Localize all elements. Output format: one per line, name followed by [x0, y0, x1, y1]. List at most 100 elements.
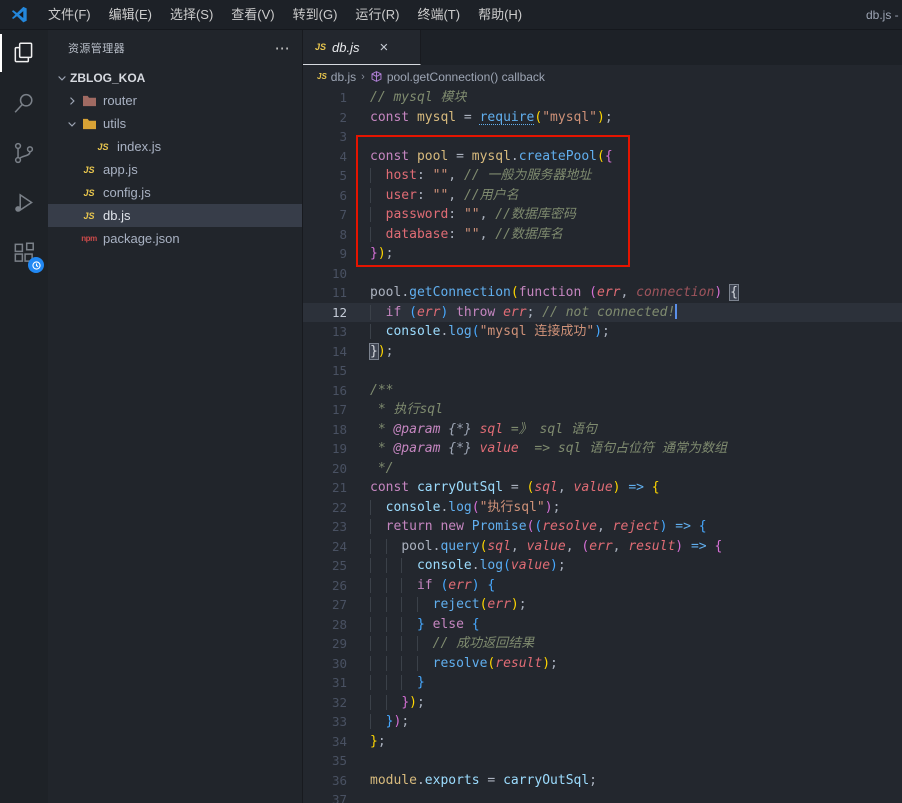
code-line[interactable]: 19 * @param {*} value => sql 语句占位符 通常为数组	[303, 439, 902, 459]
explorer-icon[interactable]	[0, 30, 48, 76]
menu-item[interactable]: 运行(R)	[346, 7, 408, 22]
window-title: db.js - z	[866, 0, 902, 30]
line-content: const pool = mysql.createPool({	[347, 147, 613, 167]
code-line[interactable]: 31 }	[303, 673, 902, 693]
line-content: }	[347, 673, 425, 693]
code-line[interactable]: 18 * @param {*} sql =》 sql 语句	[303, 420, 902, 440]
code-line[interactable]: 36module.exports = carryOutSql;	[303, 771, 902, 791]
line-content: // 成功返回结果	[347, 634, 534, 654]
code-line[interactable]: 28 } else {	[303, 615, 902, 635]
line-content: });	[347, 693, 425, 713]
line-number: 19	[303, 439, 347, 459]
menu-item[interactable]: 文件(F)	[39, 7, 100, 22]
code-line[interactable]: 33 });	[303, 712, 902, 732]
tree-item-label: index.js	[117, 139, 161, 154]
tab-close-icon[interactable]: ×	[379, 40, 388, 55]
explorer-more-actions-icon[interactable]: ⋯	[275, 39, 290, 57]
code-editor[interactable]: 1// mysql 模块2const mysql = require("mysq…	[303, 88, 902, 803]
line-number: 30	[303, 654, 347, 674]
run-debug-icon[interactable]	[0, 180, 48, 226]
breadcrumb-symbol[interactable]: pool.getConnection() callback	[387, 70, 545, 84]
code-line[interactable]: 30 resolve(result);	[303, 654, 902, 674]
code-line[interactable]: 15	[303, 361, 902, 381]
tree-item-label: app.js	[103, 162, 138, 177]
line-content: console.log("执行sql");	[347, 498, 560, 518]
menu-item[interactable]: 转到(G)	[284, 7, 347, 22]
code-line[interactable]: 5 host: "", // 一般为服务器地址	[303, 166, 902, 186]
code-line[interactable]: 17 * 执行sql	[303, 400, 902, 420]
tree-item-app-js[interactable]: JSapp.js	[48, 158, 302, 181]
code-line[interactable]: 2const mysql = require("mysql");	[303, 108, 902, 128]
breadcrumb-file[interactable]: db.js	[331, 70, 356, 84]
code-line[interactable]: 35	[303, 751, 902, 771]
menu-item[interactable]: 终端(T)	[408, 7, 469, 22]
line-content: });	[347, 244, 393, 264]
code-line[interactable]: 24 pool.query(sql, value, (err, result) …	[303, 537, 902, 557]
code-line[interactable]: 9});	[303, 244, 902, 264]
symbol-cube-icon	[370, 70, 383, 84]
search-icon[interactable]	[0, 80, 48, 126]
code-line[interactable]: 25 console.log(value);	[303, 556, 902, 576]
js-file-icon: JS	[94, 142, 112, 152]
line-content: });	[347, 342, 393, 362]
code-line[interactable]: 27 reject(err);	[303, 595, 902, 615]
code-line[interactable]: 14});	[303, 342, 902, 362]
source-control-icon[interactable]	[0, 130, 48, 176]
tree-item-db-js[interactable]: JSdb.js	[48, 204, 302, 227]
code-line[interactable]: 32 });	[303, 693, 902, 713]
extensions-update-badge	[28, 257, 44, 273]
code-line[interactable]: 21const carryOutSql = (sql, value) => {	[303, 478, 902, 498]
tree-item-package-json[interactable]: npmpackage.json	[48, 227, 302, 250]
line-content: // mysql 模块	[347, 88, 466, 108]
tree-item-utils[interactable]: utils	[48, 112, 302, 135]
line-number: 33	[303, 712, 347, 732]
line-number: 3	[303, 127, 347, 147]
menu-item[interactable]: 查看(V)	[222, 7, 283, 22]
line-content: pool.getConnection(function (err, connec…	[347, 283, 738, 303]
code-line[interactable]: 29 // 成功返回结果	[303, 634, 902, 654]
tree-item-label: package.json	[103, 231, 180, 246]
extensions-icon[interactable]	[0, 230, 48, 276]
tree-item-router[interactable]: router	[48, 89, 302, 112]
chevron-right-icon	[64, 93, 80, 109]
code-line[interactable]: 8 database: "", //数据库名	[303, 225, 902, 245]
tab-db-js[interactable]: JS db.js ×	[303, 30, 421, 65]
tree-item-config-js[interactable]: JSconfig.js	[48, 181, 302, 204]
code-line[interactable]: 11pool.getConnection(function (err, conn…	[303, 283, 902, 303]
tree-item-zblog-koa[interactable]: ZBLOG_KOA	[48, 66, 302, 89]
menu-item[interactable]: 选择(S)	[161, 7, 222, 22]
line-content: console.log(value);	[347, 556, 566, 576]
line-content: } else {	[347, 615, 480, 635]
line-number: 16	[303, 381, 347, 401]
code-line[interactable]: 3	[303, 127, 902, 147]
line-content: if (err) throw err; // not connected!	[347, 303, 677, 323]
code-line[interactable]: 20 */	[303, 459, 902, 479]
line-number: 15	[303, 361, 347, 381]
code-line[interactable]: 16/**	[303, 381, 902, 401]
code-line[interactable]: 26 if (err) {	[303, 576, 902, 596]
line-number: 28	[303, 615, 347, 635]
code-line[interactable]: 37	[303, 790, 902, 803]
code-line[interactable]: 4const pool = mysql.createPool({	[303, 147, 902, 167]
code-line[interactable]: 6 user: "", //用户名	[303, 186, 902, 206]
menu-item[interactable]: 帮助(H)	[469, 7, 531, 22]
code-line[interactable]: 23 return new Promise((resolve, reject) …	[303, 517, 902, 537]
line-content	[347, 790, 370, 803]
code-line[interactable]: 22 console.log("执行sql");	[303, 498, 902, 518]
line-content: console.log("mysql 连接成功");	[347, 322, 610, 342]
line-content: /**	[347, 381, 393, 401]
line-number: 10	[303, 264, 347, 284]
code-line[interactable]: 12 if (err) throw err; // not connected!	[303, 303, 902, 323]
line-content: return new Promise((resolve, reject) => …	[347, 517, 707, 537]
code-line[interactable]: 1// mysql 模块	[303, 88, 902, 108]
line-content	[347, 361, 370, 381]
tree-item-index-js[interactable]: JS index.js	[48, 135, 302, 158]
line-number: 17	[303, 400, 347, 420]
tab-label: db.js	[332, 40, 359, 55]
code-line[interactable]: 7 password: "", //数据库密码	[303, 205, 902, 225]
line-number: 31	[303, 673, 347, 693]
code-line[interactable]: 34};	[303, 732, 902, 752]
code-line[interactable]: 10	[303, 264, 902, 284]
code-line[interactable]: 13 console.log("mysql 连接成功");	[303, 322, 902, 342]
menu-item[interactable]: 编辑(E)	[100, 7, 161, 22]
